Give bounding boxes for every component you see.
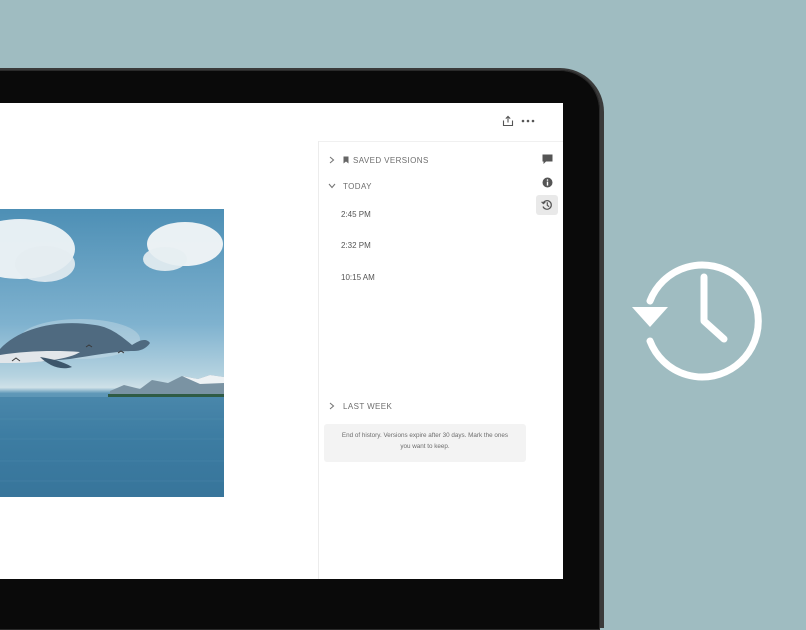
last-week-section[interactable]: LAST WEEK <box>327 398 392 414</box>
document-canvas[interactable] <box>0 141 318 579</box>
comment-icon <box>542 154 552 164</box>
bookmark-icon <box>343 156 349 164</box>
saved-versions-section[interactable]: SAVED VERSIONS <box>327 152 429 168</box>
app-screen: SAVED VERSIONS TODAY 2:45 PM 2:32 PM 10:… <box>0 103 563 579</box>
more-options-button[interactable] <box>518 112 538 130</box>
today-section[interactable]: TODAY <box>327 178 372 194</box>
whale-photo <box>0 209 224 497</box>
end-of-history-notice: End of history. Versions expire after 30… <box>324 424 526 462</box>
version-history-panel: SAVED VERSIONS TODAY 2:45 PM 2:32 PM 10:… <box>318 141 531 579</box>
chevron-down-icon <box>327 181 337 191</box>
last-week-label: LAST WEEK <box>343 401 393 411</box>
chevron-right-icon <box>327 401 337 411</box>
chevron-right-icon <box>327 155 337 165</box>
comments-button[interactable] <box>536 149 558 169</box>
top-toolbar <box>0 103 563 142</box>
saved-versions-label: SAVED VERSIONS <box>353 155 429 165</box>
version-history-button[interactable] <box>536 195 558 215</box>
share-button[interactable] <box>498 112 518 130</box>
version-item[interactable]: 2:32 PM <box>339 238 373 252</box>
version-item[interactable]: 10:15 AM <box>339 270 377 284</box>
large-history-icon <box>632 261 762 381</box>
history-icon <box>541 200 552 210</box>
today-label: TODAY <box>343 181 372 191</box>
version-item[interactable]: 2:45 PM <box>339 207 373 221</box>
info-icon <box>542 177 552 187</box>
more-options-icon <box>521 119 535 123</box>
info-button[interactable] <box>536 172 558 192</box>
whale-photo-illustration <box>0 219 224 497</box>
share-icon <box>502 115 514 127</box>
right-icon-rail <box>530 141 563 579</box>
